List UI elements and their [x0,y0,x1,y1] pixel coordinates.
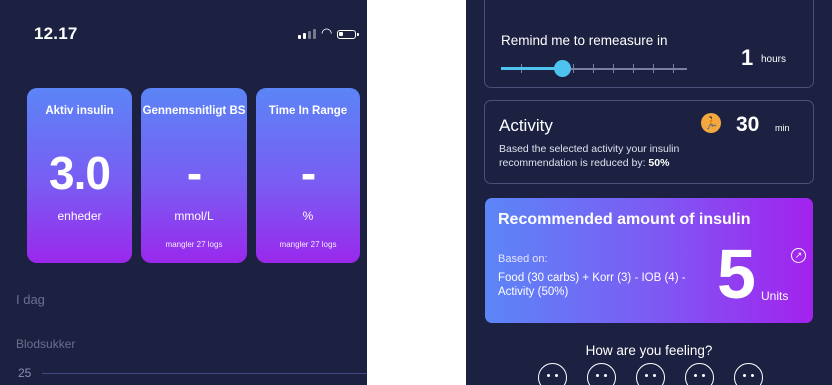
card-unit: mmol/L [174,209,214,223]
slider-tick [653,64,654,73]
activity-reduction: 50% [648,157,670,169]
edit-icon[interactable]: ↗ [791,248,806,263]
slider-tick [633,64,634,73]
slider-tick [593,64,594,73]
battery-icon [337,30,360,39]
mood-face-icon[interactable] [685,363,714,385]
remind-slider-fill [501,67,561,70]
slider-tick [573,64,574,73]
activity-unit: min [775,123,790,133]
axis-value: 25 [18,366,32,380]
card-note: mangler 27 logs [165,240,223,249]
recommendation-formula: Food (30 carbs) + Korr (3) - IOB (4) - A… [498,272,686,298]
active-insulin-card[interactable]: Aktiv insulin 3.0 enheder [27,88,132,263]
card-note: mangler 27 logs [279,240,337,249]
remind-slider-thumb[interactable] [554,60,571,77]
mood-face-icon[interactable] [734,363,763,385]
based-on-label: Based on: [498,253,548,265]
card-title: Gennemsnitligt BS [142,105,246,117]
chart-gridline [42,373,367,374]
wifi-icon: ◠ [321,25,333,40]
card-unit: % [302,209,314,223]
card-value: 3.0 [49,147,111,199]
section-label-today: I dag [16,292,45,307]
signal-icon [298,29,316,39]
recommendation-unit: Units [761,289,789,303]
mood-face-icon[interactable] [587,363,616,385]
running-icon: 🏃 [701,113,721,133]
status-time: 12.17 [34,24,78,43]
slider-tick [673,64,674,73]
insulin-recommendation-screen: Remind me to remeasure in 1 hours Activi… [466,0,832,385]
time-in-range-card[interactable]: Time In Range - % mangler 27 logs [256,88,360,263]
remind-label: Remind me to remeasure in [501,33,668,48]
mood-face-icon[interactable] [538,363,567,385]
mood-face-icon[interactable] [636,363,665,385]
activity-section[interactable]: Activity 🏃 30 min Based the selected act… [484,100,814,184]
recommended-insulin-card: Recommended amount of insulin ↗ Based on… [485,198,813,323]
remind-section: Remind me to remeasure in 1 hours [484,0,814,88]
status-icons: ◠ [298,25,360,40]
activity-value: 30 [736,113,760,136]
card-value: - [300,147,316,199]
recommendation-title: Recommended amount of insulin [498,211,751,228]
card-title: Aktiv insulin [45,105,114,117]
card-title: Time In Range [268,105,348,117]
card-unit: enheder [57,209,102,223]
activity-description: Based the selected activity your insulin… [499,142,729,170]
remind-value: 1 [741,45,754,70]
chart-label-blood-sugar: Blodsukker [16,337,76,351]
slider-tick [613,64,614,73]
average-bs-card[interactable]: Gennemsnitligt BS - mmol/L mangler 27 lo… [141,88,247,263]
home-screen: 12.17 ◠ Aktiv insulin 3.0 enheder Gennem… [0,0,367,385]
activity-title: Activity [499,116,553,135]
feeling-question: How are you feeling? [585,343,713,358]
recommendation-value: 5 [717,235,756,313]
card-value: - [186,147,202,199]
remind-unit: hours [761,54,787,65]
